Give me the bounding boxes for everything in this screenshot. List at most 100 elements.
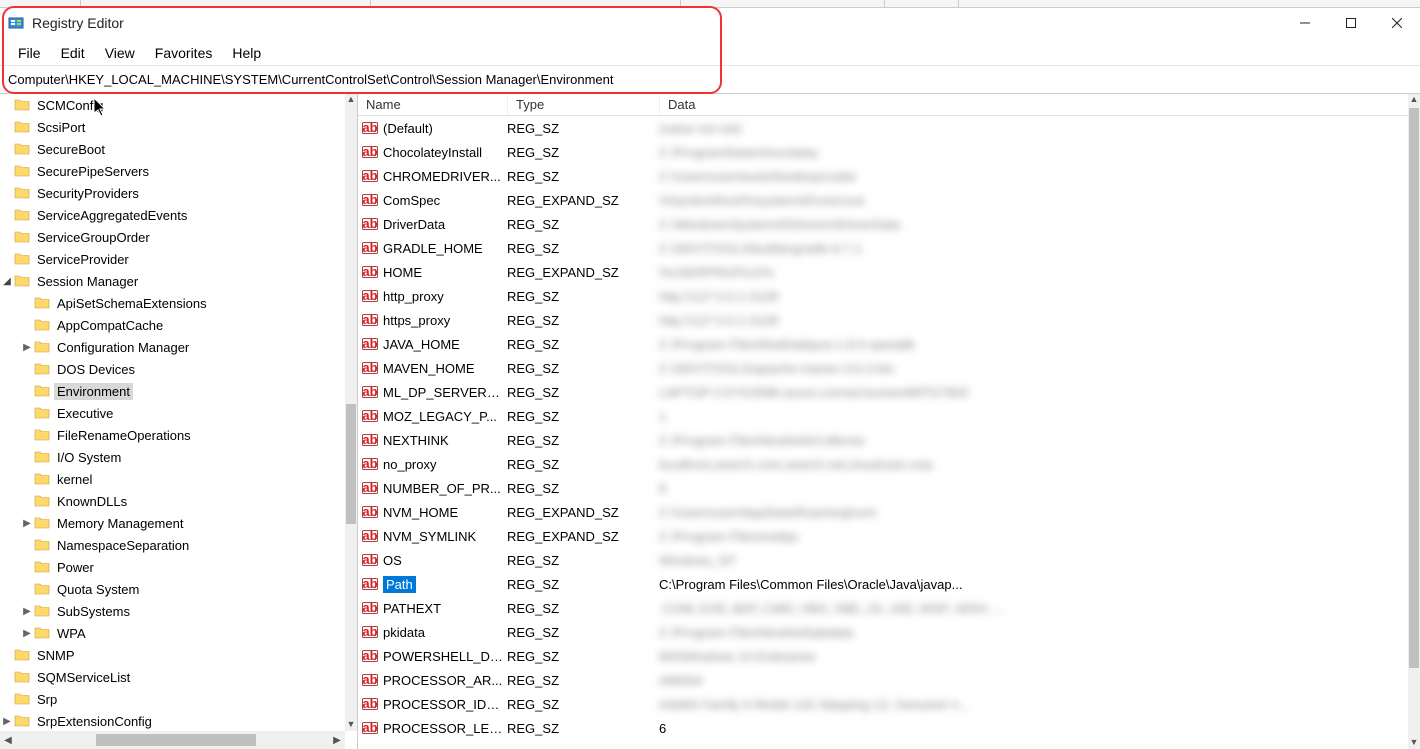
tree-item[interactable]: ▶Memory Management — [0, 512, 345, 534]
folder-icon — [34, 405, 50, 421]
column-name[interactable]: Name — [358, 95, 508, 114]
scroll-thumb[interactable] — [346, 404, 356, 524]
value-type: REG_SZ — [507, 169, 659, 184]
tree-item[interactable]: kernel — [0, 468, 345, 490]
tree-item[interactable]: DOS Devices — [0, 358, 345, 380]
tree-item[interactable]: Environment — [0, 380, 345, 402]
value-row[interactable]: abGRADLE_HOMEREG_SZC:\DEV\TOOLS\builderg… — [358, 236, 1408, 260]
tree-item[interactable]: NamespaceSeparation — [0, 534, 345, 556]
tree-vertical-scrollbar[interactable]: ▲ ▼ — [345, 94, 357, 731]
menu-file[interactable]: File — [8, 42, 51, 64]
tree-item[interactable]: AppCompatCache — [0, 314, 345, 336]
tree-item[interactable]: ▶WPA — [0, 622, 345, 644]
value-row[interactable]: abCHROMEDRIVER...REG_SZC:\Users\user\too… — [358, 164, 1408, 188]
value-row[interactable]: abPOWERSHELL_DI...REG_SZMS\Windows 10 En… — [358, 644, 1408, 668]
value-row[interactable]: abPATHEXTREG_SZ.COM;.EXE;.BAT;.CMD;.VBS;… — [358, 596, 1408, 620]
value-row[interactable]: abDriverDataREG_SZC:\Windows\System32\Dr… — [358, 212, 1408, 236]
column-type[interactable]: Type — [508, 95, 660, 114]
close-button[interactable] — [1374, 8, 1420, 38]
value-row[interactable]: abPROCESSOR_LEV...REG_SZ6 — [358, 716, 1408, 740]
scroll-thumb[interactable] — [96, 734, 256, 746]
value-row[interactable]: abno_proxyREG_SZlocalhost,search.com,sea… — [358, 452, 1408, 476]
value-row[interactable]: abPathREG_SZC:\Program Files\Common File… — [358, 572, 1408, 596]
tree-item[interactable]: SecurityProviders — [0, 182, 345, 204]
tree-item[interactable]: Power — [0, 556, 345, 578]
value-row[interactable]: abChocolateyInstallREG_SZC:\ProgramData\… — [358, 140, 1408, 164]
tree-item[interactable]: ▶SrpExtensionConfig — [0, 710, 345, 731]
values-list[interactable]: ab(Default)REG_SZ(value not set)abChocol… — [358, 116, 1408, 749]
tree-item[interactable]: ◢Session Manager — [0, 270, 345, 292]
value-row[interactable]: abML_DP_SERVER_...REG_SZLAPTOP-CXYG3586.… — [358, 380, 1408, 404]
value-row[interactable]: abPROCESSOR_IDE...REG_SZIntel64 Family 6… — [358, 692, 1408, 716]
value-row[interactable]: abNVM_HOMEREG_EXPAND_SZC:\Users\user\App… — [358, 500, 1408, 524]
value-row[interactable]: abNEXTHINKREG_SZC:\Program Files\Nexthin… — [358, 428, 1408, 452]
tree-item[interactable]: SQMServiceList — [0, 666, 345, 688]
value-name: ML_DP_SERVER_... — [383, 385, 507, 400]
value-row[interactable]: abHOMEREG_EXPAND_SZ%USERPROFILE% — [358, 260, 1408, 284]
tree-view[interactable]: SCMConfigScsiPortSecureBootSecurePipeSer… — [0, 94, 345, 731]
expand-icon[interactable]: ▶ — [20, 518, 34, 529]
scroll-thumb[interactable] — [1409, 108, 1419, 668]
value-type: REG_SZ — [507, 313, 659, 328]
tree-item[interactable]: SNMP — [0, 644, 345, 666]
value-row[interactable]: abJAVA_HOMEREG_SZC:\Program Files\RedHat… — [358, 332, 1408, 356]
tree-item[interactable]: Srp — [0, 688, 345, 710]
expand-icon[interactable]: ▶ — [20, 606, 34, 617]
expand-icon[interactable]: ▶ — [0, 716, 14, 727]
svg-text:ab: ab — [362, 288, 377, 303]
tree-item[interactable]: ServiceAggregatedEvents — [0, 204, 345, 226]
tree-item[interactable]: SecureBoot — [0, 138, 345, 160]
value-row[interactable]: abPROCESSOR_AR...REG_SZAMD64 — [358, 668, 1408, 692]
collapse-icon[interactable]: ◢ — [0, 276, 14, 287]
string-value-icon: ab — [362, 384, 378, 400]
tree-item[interactable]: SecurePipeServers — [0, 160, 345, 182]
value-row[interactable]: abNUMBER_OF_PR...REG_SZ8 — [358, 476, 1408, 500]
tree-item[interactable]: ScsiPort — [0, 116, 345, 138]
value-name: CHROMEDRIVER... — [383, 169, 507, 184]
scroll-down-icon[interactable]: ▼ — [1408, 737, 1420, 749]
tree-item[interactable]: Executive — [0, 402, 345, 424]
value-row[interactable]: abOSREG_SZWindows_NT — [358, 548, 1408, 572]
value-data: 1 — [659, 409, 1408, 424]
address-bar[interactable]: Computer\HKEY_LOCAL_MACHINE\SYSTEM\Curre… — [0, 66, 1420, 94]
tree-item[interactable]: ApiSetSchemaExtensions — [0, 292, 345, 314]
scroll-down-icon[interactable]: ▼ — [345, 719, 357, 731]
scroll-right-icon[interactable]: ▶ — [329, 735, 345, 746]
tree-item[interactable]: ServiceGroupOrder — [0, 226, 345, 248]
tree-item[interactable]: Quota System — [0, 578, 345, 600]
menu-edit[interactable]: Edit — [51, 42, 95, 64]
value-row[interactable]: abNVM_SYMLINKREG_EXPAND_SZC:\Program Fil… — [358, 524, 1408, 548]
minimize-button[interactable] — [1282, 8, 1328, 38]
menu-help[interactable]: Help — [222, 42, 271, 64]
tree-item[interactable]: I/O System — [0, 446, 345, 468]
expand-icon[interactable]: ▶ — [20, 628, 34, 639]
maximize-button[interactable] — [1328, 8, 1374, 38]
scroll-left-icon[interactable]: ◀ — [0, 735, 16, 746]
value-name: PROCESSOR_AR... — [383, 673, 507, 688]
value-row[interactable]: abpkidataREG_SZC:\Program Files\Nexthink… — [358, 620, 1408, 644]
tree-horizontal-scrollbar[interactable]: ◀ ▶ — [0, 731, 345, 749]
list-vertical-scrollbar[interactable]: ▲ ▼ — [1408, 94, 1420, 749]
value-data: C:\Users\user\AppData\Roaming\nvm — [659, 505, 1408, 520]
value-row[interactable]: abhttps_proxyREG_SZhttp://127.0.0.1:3128 — [358, 308, 1408, 332]
tree-item[interactable]: SCMConfig — [0, 94, 345, 116]
tree-item[interactable]: ▶SubSystems — [0, 600, 345, 622]
address-text: Computer\HKEY_LOCAL_MACHINE\SYSTEM\Curre… — [8, 72, 613, 87]
scroll-up-icon[interactable]: ▲ — [1408, 94, 1420, 106]
tree-item-label: SecurityProviders — [34, 185, 142, 202]
value-row[interactable]: abMAVEN_HOMEREG_SZC:\DEV\TOOLS\apache-ma… — [358, 356, 1408, 380]
expand-icon[interactable]: ▶ — [20, 342, 34, 353]
scroll-up-icon[interactable]: ▲ — [345, 94, 357, 106]
value-row[interactable]: abComSpecREG_EXPAND_SZ%SystemRoot%\syste… — [358, 188, 1408, 212]
tree-item[interactable]: ServiceProvider — [0, 248, 345, 270]
value-row[interactable]: abMOZ_LEGACY_P...REG_SZ1 — [358, 404, 1408, 428]
menu-favorites[interactable]: Favorites — [145, 42, 223, 64]
tree-item[interactable]: KnownDLLs — [0, 490, 345, 512]
tree-item[interactable]: FileRenameOperations — [0, 424, 345, 446]
column-data[interactable]: Data — [660, 95, 1420, 114]
tree-item[interactable]: ▶Configuration Manager — [0, 336, 345, 358]
value-name: PATHEXT — [383, 601, 507, 616]
value-row[interactable]: ab(Default)REG_SZ(value not set) — [358, 116, 1408, 140]
value-row[interactable]: abhttp_proxyREG_SZhttp://127.0.0.1:3128 — [358, 284, 1408, 308]
menu-view[interactable]: View — [95, 42, 145, 64]
